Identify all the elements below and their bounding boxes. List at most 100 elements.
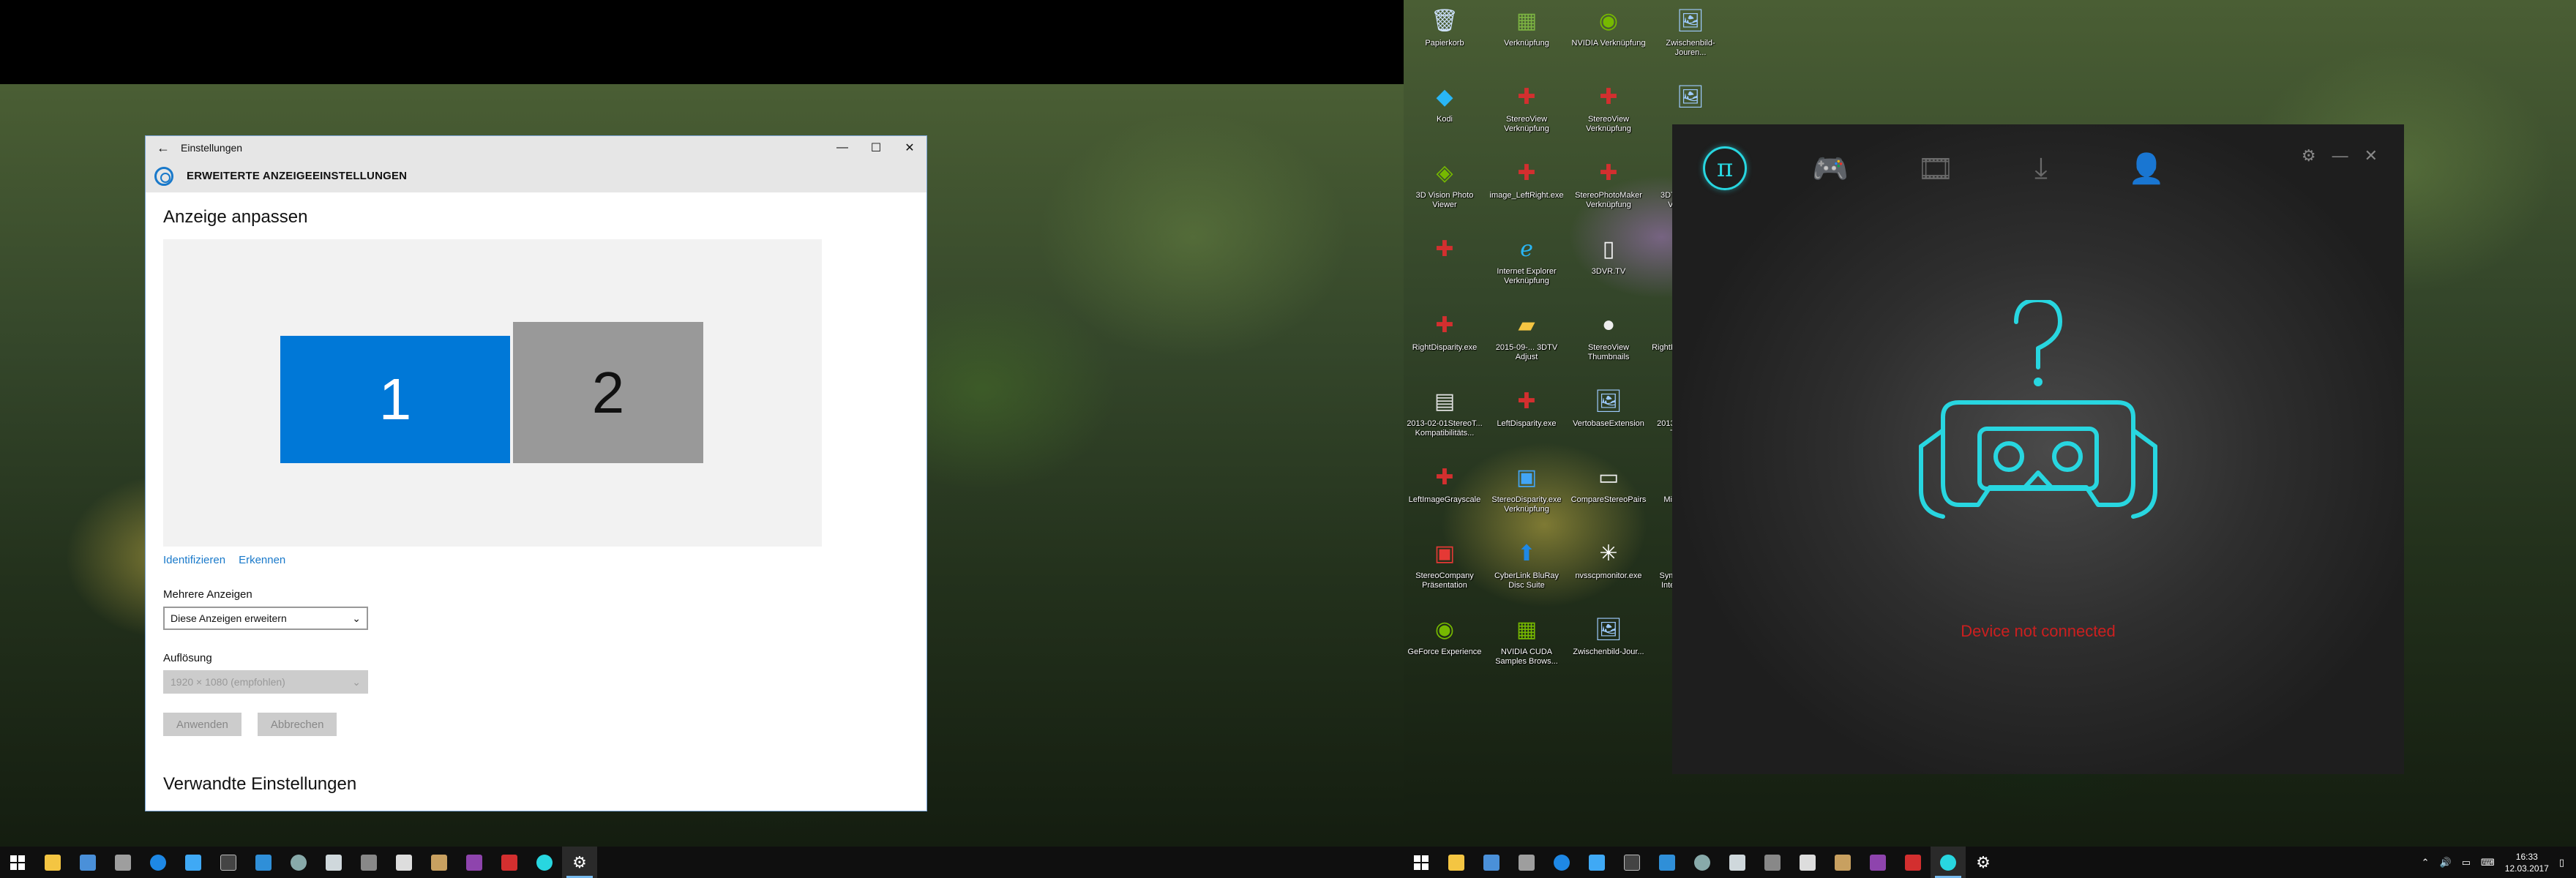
taskbar-app[interactable] — [386, 847, 422, 878]
start-button[interactable] — [1404, 847, 1439, 878]
taskbar-app[interactable] — [281, 847, 316, 878]
monitor-1[interactable]: 1 — [280, 336, 510, 463]
taskbar-explorer[interactable] — [35, 847, 70, 878]
related-settings-title: Verwandte Einstellungen — [163, 774, 357, 794]
taskbar-app[interactable] — [1474, 847, 1509, 878]
desktop-icon[interactable]: 🖼 VertobaseExtension — [1570, 385, 1647, 429]
desktop-icon[interactable]: ✚ image_LeftRight.exe — [1489, 157, 1565, 200]
desktop-icon[interactable]: ◉ NVIDIA Verknüpfung — [1570, 4, 1647, 48]
keyboard-icon[interactable]: ⌨ — [2481, 857, 2495, 868]
desktop-icon[interactable]: ⬆ CyberLink BluRay Disc Suite — [1489, 537, 1565, 590]
desktop-icon[interactable]: ✚ LeftDisparity.exe — [1489, 385, 1565, 429]
maximize-icon[interactable]: ☐ — [859, 140, 893, 155]
close-icon[interactable]: ✕ — [2365, 146, 2378, 165]
desktop-icon[interactable]: ▦ NVIDIA CUDA Samples Brows... — [1489, 613, 1565, 667]
taskbar-app[interactable] — [70, 847, 105, 878]
taskbar-stereo[interactable] — [492, 847, 527, 878]
stereo-icon: ✚ — [1435, 465, 1454, 489]
desktop-icon[interactable]: ▰ 2015-09-... 3DTV Adjust — [1489, 309, 1565, 362]
desktop-icon[interactable]: ✳ nvsscpmonitor.exe — [1570, 537, 1647, 581]
gear-icon: ⚙ — [572, 852, 587, 871]
desktop-icon-label: StereoPhotoMaker Verknüpfung — [1575, 191, 1642, 209]
taskbar-explorer[interactable] — [1439, 847, 1474, 878]
desktop-icon[interactable]: ✚ StereoView Verknüpfung — [1570, 80, 1647, 134]
desktop-icon-label: image_LeftRight.exe — [1489, 191, 1564, 200]
desktop-icon[interactable]: 🖼 Zwischenbild-Jouren... — [1652, 4, 1729, 58]
resolution-select[interactable]: 1920 × 1080 (empfohlen) ⌄ — [163, 670, 368, 694]
taskbar-app[interactable] — [1825, 847, 1860, 878]
identify-link[interactable]: Identifizieren — [163, 554, 225, 566]
taskbar-app[interactable] — [1685, 847, 1720, 878]
desktop-icon[interactable]: 🗑 Papierkorb — [1407, 4, 1483, 48]
close-icon[interactable]: ✕ — [893, 140, 926, 155]
tab-home[interactable]: π — [1672, 124, 1778, 212]
apply-button[interactable]: Anwenden — [163, 713, 242, 736]
taskbar-visual-studio[interactable] — [1860, 847, 1895, 878]
taskbar-calculator[interactable] — [351, 847, 386, 878]
desktop-icon[interactable]: ✚ StereoPhotoMaker Verknüpfung — [1570, 157, 1647, 210]
monitor-2[interactable]: 2 — [513, 322, 703, 463]
taskbar-vr-app[interactable] — [527, 847, 562, 878]
taskbar-app[interactable] — [211, 847, 246, 878]
taskbar-edge[interactable] — [141, 847, 176, 878]
taskbar-clock[interactable]: 16:33 12.03.2017 — [2505, 851, 2549, 874]
taskbar-app[interactable] — [105, 847, 141, 878]
taskbar-visual-studio[interactable] — [457, 847, 492, 878]
minimize-icon[interactable]: — — [825, 141, 859, 154]
desktop-icon[interactable]: ✚ StereoView Verknüpfung — [1489, 80, 1565, 134]
desktop-icon[interactable]: ▤ 2013-02-01StereoT... Kompatibilitäts... — [1407, 385, 1483, 438]
taskbar-app[interactable] — [1509, 847, 1544, 878]
taskbar-app[interactable] — [422, 847, 457, 878]
stereo-icon: ✚ — [1435, 312, 1454, 337]
desktop-icon[interactable]: 🖼 Zwischenbild-Jour... — [1570, 613, 1647, 657]
taskbar-settings[interactable]: ⚙ — [562, 847, 597, 878]
taskbar-app[interactable] — [246, 847, 281, 878]
message-icon[interactable]: ▭ — [2462, 857, 2471, 868]
volume-icon[interactable]: 🔊 — [2440, 857, 2452, 868]
desktop-icon-label: Zwischenbild-Jouren... — [1666, 39, 1715, 57]
cancel-button[interactable]: Abbrechen — [257, 713, 337, 736]
desktop-icon[interactable]: ▣ StereoDisparity.exe Verknüpfung — [1489, 461, 1565, 514]
minimize-icon[interactable]: — — [2332, 146, 2348, 165]
panda-icon: ● — [1601, 312, 1616, 337]
taskbar-app[interactable] — [1790, 847, 1825, 878]
taskbar-app[interactable] — [316, 847, 351, 878]
detect-link[interactable]: Erkennen — [239, 554, 285, 566]
taskbar-app[interactable] — [176, 847, 211, 878]
desktop-icon[interactable]: ✚ RightDisparity.exe — [1407, 309, 1483, 353]
desktop-icon-label: Papierkorb — [1425, 39, 1464, 48]
desktop-icon[interactable]: ◆ Kodi — [1407, 80, 1483, 124]
desktop-icon[interactable]: ● StereoView Thumbnails — [1570, 309, 1647, 362]
app-icon: ▭ — [1598, 465, 1620, 489]
gear-icon[interactable]: ⚙ — [2302, 146, 2316, 165]
start-button[interactable] — [0, 847, 35, 878]
tab-video[interactable]: 🎞 — [1883, 124, 1988, 212]
desktop-icon[interactable]: ▣ StereoCompany Präsentation — [1407, 537, 1483, 590]
desktop-icon[interactable]: ✚ — [1407, 233, 1483, 267]
tab-games[interactable]: 🎮 — [1778, 124, 1883, 212]
taskbar-stereo[interactable] — [1895, 847, 1931, 878]
back-arrow-icon[interactable]: ← — [146, 140, 181, 156]
action-center-icon[interactable]: ▯ — [2559, 857, 2564, 868]
tab-downloads[interactable]: ⤓ — [1988, 124, 2094, 212]
taskbar-app[interactable] — [1579, 847, 1614, 878]
multi-display-select[interactable]: Diese Anzeigen erweitern ⌄ — [163, 607, 368, 630]
taskbar-calculator[interactable] — [1755, 847, 1790, 878]
ie-icon — [150, 854, 166, 871]
taskbar-settings[interactable]: ⚙ — [1966, 847, 2001, 878]
desktop-icon[interactable]: ◈ 3D Vision Photo Viewer — [1407, 157, 1483, 210]
desktop-icon[interactable]: ▯ 3DVR.TV — [1570, 233, 1647, 277]
desktop-icon[interactable]: 🖼 — [1652, 80, 1729, 115]
desktop-icon[interactable]: ▭ CompareStereoPairs — [1570, 461, 1647, 505]
taskbar-vr-app[interactable] — [1931, 847, 1966, 878]
taskbar-app[interactable] — [1614, 847, 1650, 878]
tab-account[interactable]: 👤 — [2094, 124, 2199, 212]
taskbar-app[interactable] — [1720, 847, 1755, 878]
desktop-icon[interactable]: ℯ Internet Explorer Verknüpfung — [1489, 233, 1565, 286]
chevron-up-icon[interactable]: ⌃ — [2422, 857, 2430, 868]
desktop-icon[interactable]: ◉ GeForce Experience — [1407, 613, 1483, 657]
taskbar-edge[interactable] — [1544, 847, 1579, 878]
desktop-icon[interactable]: ▦ Verknüpfung — [1489, 4, 1565, 48]
desktop-icon[interactable]: ✚ LeftImageGrayscale — [1407, 461, 1483, 505]
taskbar-app[interactable] — [1650, 847, 1685, 878]
